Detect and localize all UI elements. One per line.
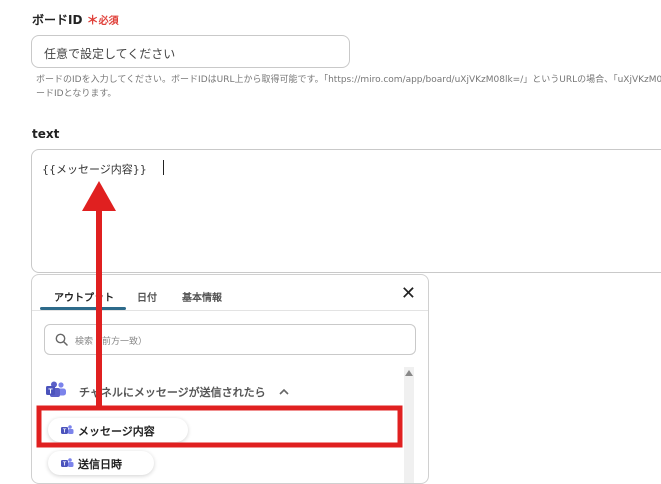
arrow-annotation <box>96 208 102 409</box>
highlight-box <box>36 405 403 448</box>
annotation-overlay <box>36 181 403 448</box>
arrow-head <box>82 181 116 211</box>
